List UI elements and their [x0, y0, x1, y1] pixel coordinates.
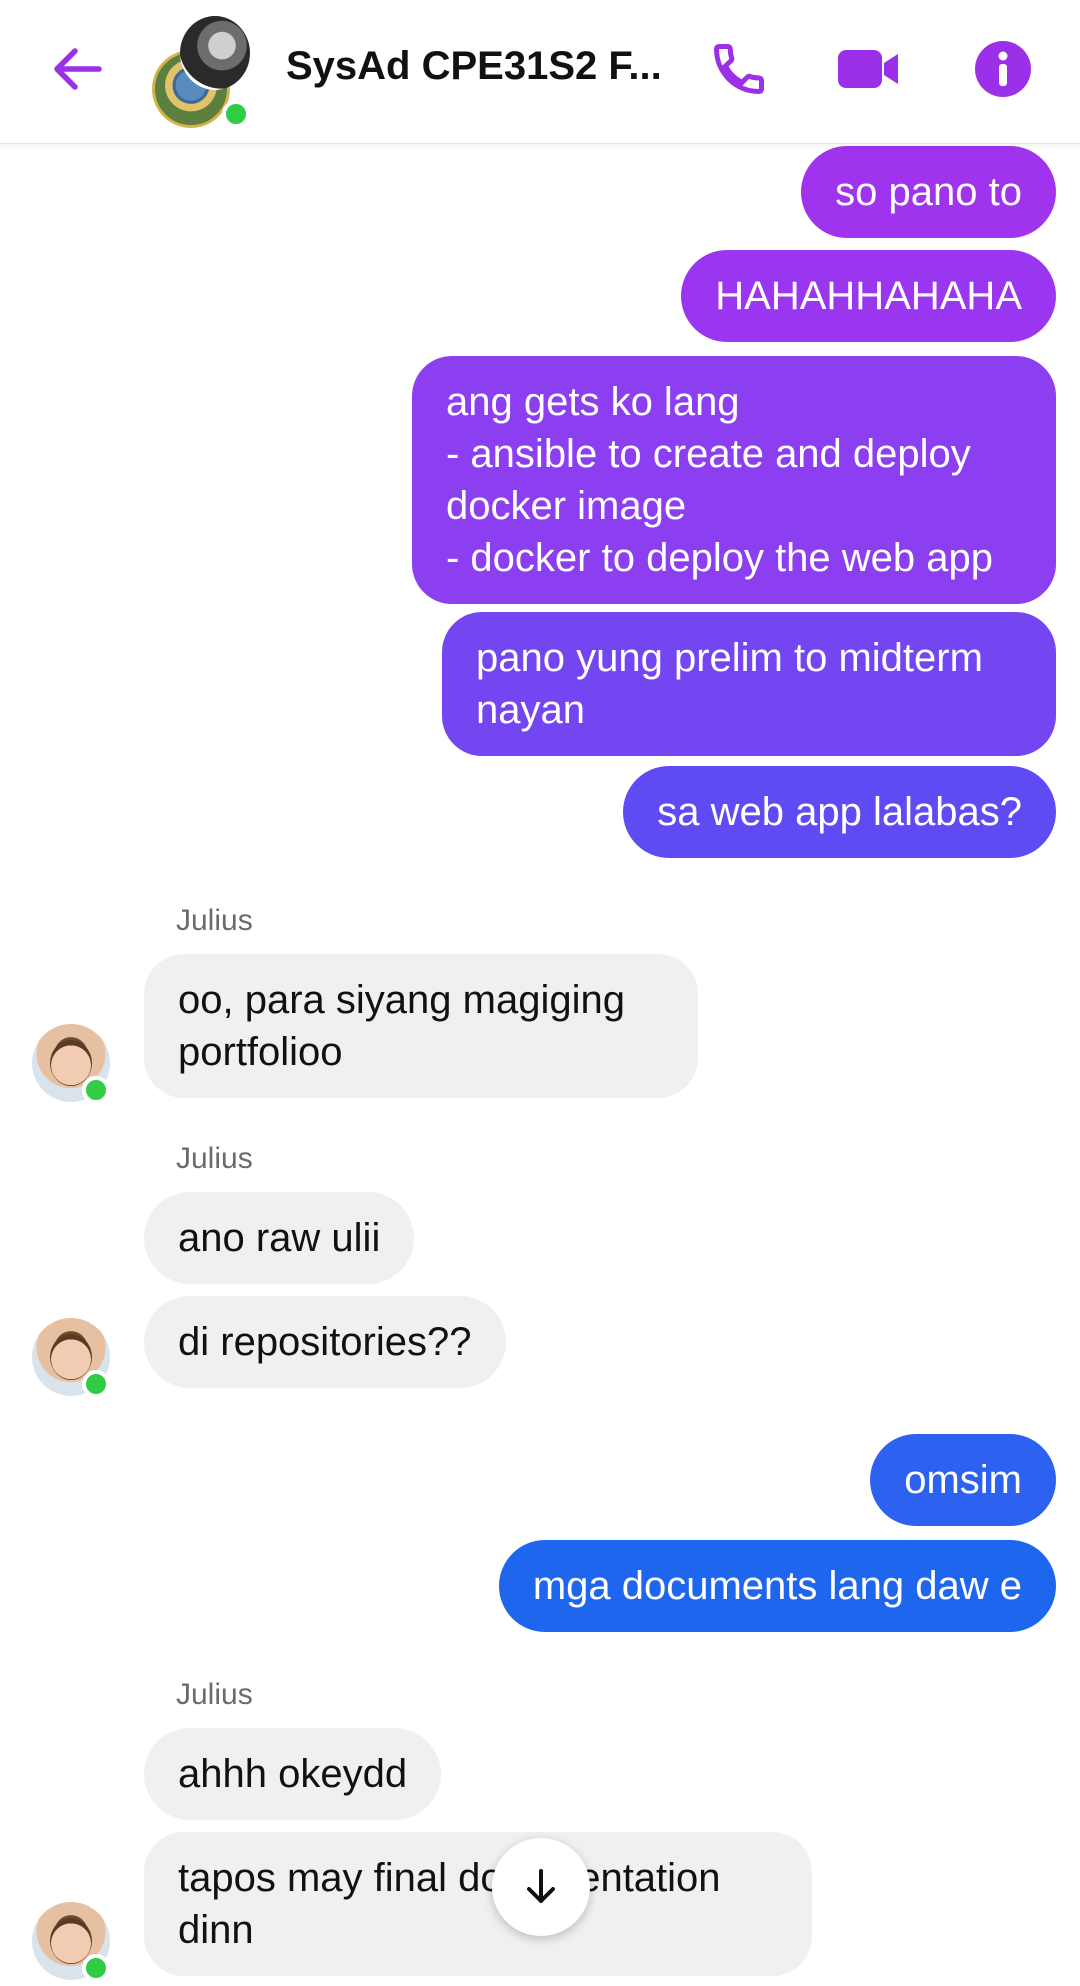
- online-indicator: [82, 1370, 110, 1398]
- outgoing-message[interactable]: omsim: [870, 1434, 1056, 1526]
- scroll-to-bottom-button[interactable]: [492, 1838, 590, 1936]
- outgoing-message[interactable]: so pano to: [801, 146, 1056, 238]
- group-avatar-photo: [180, 16, 250, 90]
- incoming-message[interactable]: ahhh okeydd: [144, 1728, 442, 1820]
- avatar[interactable]: [32, 1024, 110, 1104]
- outgoing-message[interactable]: pano yung prelim to midterm nayan: [442, 612, 1056, 756]
- sender-name: Julius: [176, 904, 253, 937]
- sender-name: Julius: [176, 1142, 253, 1175]
- avatar[interactable]: [32, 1318, 110, 1398]
- outgoing-message[interactable]: mga documents lang daw e: [498, 1540, 1056, 1632]
- arrow-down-icon: [527, 1869, 555, 1903]
- back-button[interactable]: [44, 36, 110, 102]
- chat-header: SysAd CPE31S2 F...: [0, 0, 1080, 144]
- incoming-message[interactable]: di repositories??: [144, 1296, 506, 1388]
- conversation-title[interactable]: SysAd CPE31S2 F...: [286, 44, 676, 96]
- outgoing-message[interactable]: ang gets ko lang - ansible to create and…: [412, 356, 1056, 604]
- outgoing-message[interactable]: HAHAHHAHAHA: [681, 250, 1056, 342]
- video-call-button[interactable]: [834, 34, 904, 104]
- online-indicator: [82, 1954, 110, 1982]
- info-icon: [975, 41, 1031, 97]
- arrow-left-icon: [54, 48, 102, 90]
- online-indicator: [82, 1076, 110, 1104]
- incoming-message[interactable]: tapos may final documentation dinn: [144, 1832, 812, 1976]
- sender-name: Julius: [176, 1678, 253, 1711]
- chat-screen: SysAd CPE31S2 F... so pano to HAHAHHAHAH…: [0, 0, 1080, 1986]
- group-avatar[interactable]: [152, 16, 250, 128]
- conversation-info-button[interactable]: [968, 34, 1038, 104]
- avatar[interactable]: [32, 1902, 110, 1982]
- incoming-message[interactable]: oo, para siyang magiging portfolioo: [144, 954, 698, 1098]
- video-camera-icon: [838, 50, 898, 88]
- phone-icon: [713, 44, 764, 95]
- online-indicator: [222, 100, 250, 128]
- voice-call-button[interactable]: [704, 34, 774, 104]
- outgoing-message[interactable]: sa web app lalabas?: [623, 766, 1056, 858]
- incoming-message[interactable]: ano raw ulii: [144, 1192, 415, 1284]
